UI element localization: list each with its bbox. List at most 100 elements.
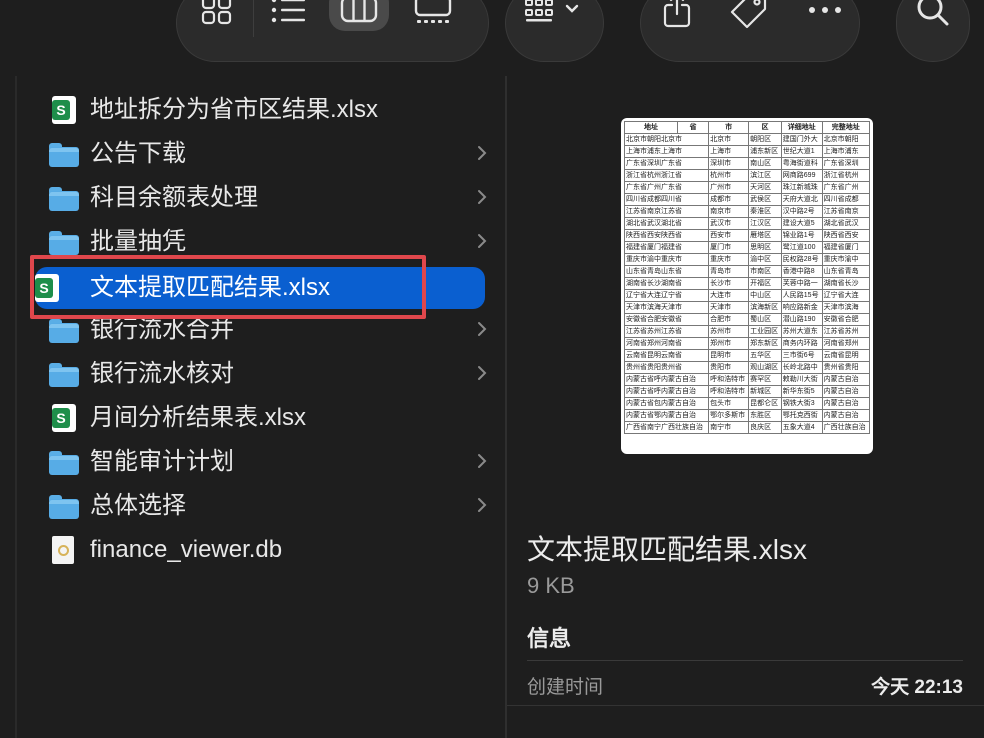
search-button[interactable] bbox=[905, 0, 961, 35]
share-button[interactable] bbox=[649, 0, 705, 35]
sheet-row: 内蒙古省呼内蒙古自治 呼和浩特市 赛罕区 敕勒川大街 内蒙古自治 bbox=[623, 373, 871, 386]
sheet-cell: 昆明市 bbox=[708, 349, 750, 362]
sheet-header-cell: 省 bbox=[676, 121, 710, 134]
sheet-cell: 市南区 bbox=[748, 265, 782, 278]
sheet-cell: 安徽省合肥 bbox=[821, 313, 871, 326]
folder-row[interactable]: 公告下载 bbox=[37, 133, 487, 175]
sheet-cell: 呼和浩特市 bbox=[708, 385, 750, 398]
file-name: 科目余额表处理 bbox=[90, 184, 258, 211]
sheet-cell: 安徽省合肥安徽省 bbox=[623, 313, 710, 326]
sheet-cell: 中山区 bbox=[748, 289, 782, 302]
sheet-header-cell: 详细地址 bbox=[780, 121, 823, 134]
bottom-divider bbox=[507, 705, 984, 706]
sheet-cell: 五象大道4 bbox=[780, 421, 823, 434]
sheet-cell: 南京市 bbox=[708, 205, 750, 218]
columns-icon bbox=[340, 0, 378, 23]
sheet-cell: 江苏省南京江苏省 bbox=[623, 205, 710, 218]
sheet-cell: 郑东新区 bbox=[748, 337, 782, 350]
sheet-cell: 贵阳市 bbox=[708, 361, 750, 374]
info-heading: 信息 bbox=[527, 626, 572, 651]
gallery-view-button[interactable] bbox=[405, 0, 461, 35]
preview-file-name: 文本提取匹配结果.xlsx bbox=[527, 534, 808, 565]
folder-icon bbox=[49, 187, 79, 215]
sheet-cell: 朝阳区 bbox=[748, 133, 782, 146]
file-name: 总体选择 bbox=[90, 492, 186, 519]
sheet-header-cell: 市 bbox=[708, 121, 750, 134]
sheet-cell: 内蒙古省呼内蒙古自治 bbox=[623, 373, 710, 386]
file-row[interactable]: finance_viewer.db bbox=[37, 529, 487, 571]
sheet-row: 江苏省南京江苏省 南京市 秦淮区 汉中路2号 江苏省南京 bbox=[623, 205, 871, 218]
sheet-row: 内蒙古省包内蒙古自治 包头市 昆都仑区 钢铁大街3 内蒙古自治 bbox=[623, 397, 871, 410]
sheet-cell: 湖北省武汉湖北省 bbox=[623, 217, 710, 230]
sheet-row: 山东省青岛山东省 青岛市 市南区 香港中路8 山东省青岛 bbox=[623, 265, 871, 278]
sheet-cell: 杭州市 bbox=[708, 169, 750, 182]
chevron-right-icon bbox=[477, 452, 487, 475]
column-view-button[interactable] bbox=[329, 0, 389, 31]
sheet-cell: 广西省南宁广西壮族自治 bbox=[623, 421, 710, 434]
grid-view-button[interactable] bbox=[189, 0, 245, 35]
more-button[interactable] bbox=[797, 0, 853, 35]
highlight-box bbox=[30, 255, 426, 319]
list-view-button[interactable] bbox=[261, 0, 317, 35]
sheet-cell: 湖南省长沙湖南省 bbox=[623, 277, 710, 290]
sheet-row: 广东省深圳广东省 深圳市 南山区 粤海街道科 广东省深圳 bbox=[623, 157, 871, 170]
created-label: 创建时间 bbox=[527, 677, 604, 698]
tags-button[interactable] bbox=[721, 0, 777, 35]
sheet-cell: 雁塔区 bbox=[748, 229, 782, 242]
sheet-cell: 新城区 bbox=[748, 385, 782, 398]
sheet-cell: 锦业路1号 bbox=[780, 229, 823, 242]
sheet-cell: 三市街6号 bbox=[780, 349, 823, 362]
file-name: 银行流水核对 bbox=[90, 360, 234, 387]
sheet-cell: 南山区 bbox=[748, 157, 782, 170]
chevron-right-icon bbox=[477, 144, 487, 167]
folder-row[interactable]: 智能审计计划 bbox=[37, 441, 487, 483]
sheet-cell: 西安市 bbox=[708, 229, 750, 242]
sheet-cell: 网商路699 bbox=[780, 169, 823, 182]
sheet-cell: 广西壮族自治 bbox=[821, 421, 871, 434]
chevron-right-icon bbox=[477, 188, 487, 211]
sheet-cell: 内蒙古省呼内蒙古自治 bbox=[623, 385, 710, 398]
sheet-cell: 鹭江道100 bbox=[780, 241, 823, 254]
sheet-cell: 河南省郑州河南省 bbox=[623, 337, 710, 350]
group-by-menu[interactable] bbox=[505, 0, 604, 62]
sheet-cell: 武汉市 bbox=[708, 217, 750, 230]
finder-toolbar bbox=[0, 0, 984, 76]
folder-row[interactable]: 科目余额表处理 bbox=[37, 177, 487, 219]
folder-row[interactable]: 银行流水核对 bbox=[37, 353, 487, 395]
file-row[interactable]: S 地址拆分为省市区结果.xlsx bbox=[37, 89, 487, 131]
sheet-row: 陕西省西安陕西省 西安市 雁塔区 锦业路1号 陕西省西安 bbox=[623, 229, 871, 242]
sheet-cell: 内蒙古自治 bbox=[821, 385, 871, 398]
sheet-cell: 浙江省杭州 bbox=[821, 169, 871, 182]
actions-group bbox=[640, 0, 860, 62]
sheet-cell: 天河区 bbox=[748, 181, 782, 194]
sheet-cell: 建设大道5 bbox=[780, 217, 823, 230]
sheet-cell: 浦东新区 bbox=[748, 145, 782, 158]
sheet-cell: 赛罕区 bbox=[748, 373, 782, 386]
chevron-right-icon bbox=[477, 232, 487, 255]
sheet-cell: 呼和浩特市 bbox=[708, 373, 750, 386]
spreadsheet-file-icon: S bbox=[49, 404, 79, 432]
sheet-cell: 世纪大道1 bbox=[780, 145, 823, 158]
sheet-cell: 上海市 bbox=[708, 145, 750, 158]
file-row[interactable]: S 月间分析结果表.xlsx bbox=[37, 397, 487, 439]
sheet-cell: 贵州省贵阳 bbox=[821, 361, 871, 374]
sheet-cell: 昆都仑区 bbox=[748, 397, 782, 410]
file-name: 智能审计计划 bbox=[90, 448, 234, 475]
view-mode-group bbox=[176, 0, 489, 62]
folder-icon bbox=[49, 363, 79, 391]
sheet-cell: 汉中路2号 bbox=[780, 205, 823, 218]
folder-row[interactable]: 总体选择 bbox=[37, 485, 487, 527]
sheet-cell: 江苏省苏州江苏省 bbox=[623, 325, 710, 338]
sheet-cell: 南宁市 bbox=[708, 421, 750, 434]
sheet-cell: 潜山路190 bbox=[780, 313, 823, 326]
chevron-right-icon bbox=[477, 364, 487, 387]
group-by-button[interactable] bbox=[518, 0, 594, 35]
ellipsis-icon bbox=[809, 7, 841, 13]
file-name: finance_viewer.db bbox=[90, 536, 283, 563]
sheet-header-cell: 区 bbox=[748, 121, 782, 134]
sheet-cell: 广东省广州广东省 bbox=[623, 181, 710, 194]
sheet-cell: 人民路15号 bbox=[780, 289, 823, 302]
sheet-cell: 浙江省杭州浙江省 bbox=[623, 169, 710, 182]
sheet-cell: 苏州大道东 bbox=[780, 325, 823, 338]
sheet-row: 重庆市渝中重庆市 重庆市 渝中区 民权路28号 重庆市渝中 bbox=[623, 253, 871, 266]
